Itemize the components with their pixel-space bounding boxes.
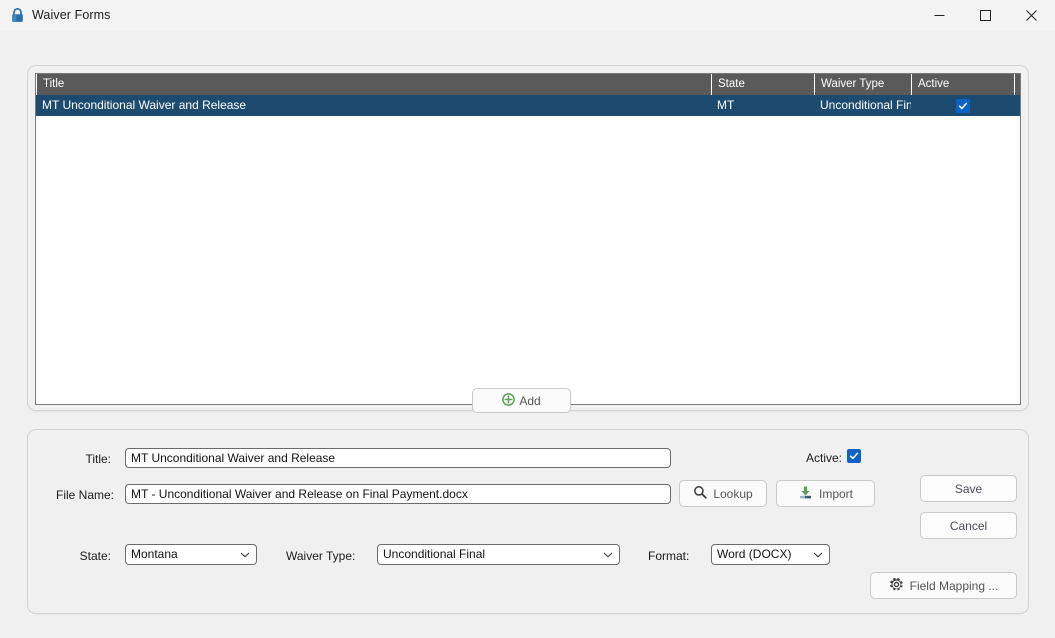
chevron-down-icon (240, 545, 250, 564)
import-download-icon (798, 485, 813, 503)
column-header-active[interactable]: Active (911, 74, 1014, 95)
cell-active (911, 95, 1014, 116)
waiver-detail-panel: Title: MT Unconditional Waiver and Relea… (27, 429, 1029, 614)
format-field-label: Format: (648, 549, 690, 563)
chevron-down-icon (813, 545, 823, 564)
save-button[interactable]: Save (920, 475, 1017, 502)
add-button-label: Add (519, 393, 541, 408)
waiver-list-panel: Title State Waiver Type Active MT Uncond… (27, 65, 1029, 411)
row-active-checkbox[interactable] (955, 98, 970, 113)
format-select[interactable]: Word (DOCX) (711, 544, 830, 565)
cancel-button-label: Cancel (949, 518, 988, 533)
cell-title: MT Unconditional Waiver and Release (42, 98, 247, 112)
lookup-button[interactable]: Lookup (679, 480, 767, 507)
file-name-input[interactable]: MT - Unconditional Waiver and Release on… (125, 484, 671, 504)
cancel-button[interactable]: Cancel (920, 512, 1017, 539)
field-mapping-button-label: Field Mapping ... (909, 578, 999, 593)
state-field-label: State: (79, 549, 111, 563)
waiver-forms-grid[interactable]: Title State Waiver Type Active MT Uncond… (35, 73, 1021, 405)
waiver-forms-window: Waiver Forms Title State Waiver Type Act… (0, 0, 1055, 638)
state-select-value: Montana (131, 547, 178, 561)
format-select-value: Word (DOCX) (717, 547, 792, 561)
search-icon (693, 485, 708, 502)
column-header-title[interactable]: Title (36, 74, 711, 95)
close-button[interactable] (1008, 0, 1054, 31)
waiver-type-select[interactable]: Unconditional Final (377, 544, 620, 565)
save-button-label: Save (954, 481, 983, 496)
circle-plus-icon (502, 392, 516, 409)
grid-header-row: Title State Waiver Type Active (36, 74, 1020, 95)
maximize-button[interactable] (962, 0, 1008, 31)
lock-icon (9, 7, 26, 24)
file-name-field-label: File Name: (56, 488, 115, 502)
client-area: Title State Waiver Type Active MT Uncond… (0, 31, 1055, 638)
window-title: Waiver Forms (32, 8, 111, 22)
field-mapping-button[interactable]: Field Mapping ... (870, 572, 1017, 599)
cell-waiver-type: Unconditional Final (820, 98, 911, 112)
table-row[interactable]: MT Unconditional Waiver and Release MT U… (36, 95, 1020, 116)
add-button[interactable]: Add (472, 388, 571, 413)
import-button-label: Import (818, 486, 853, 501)
state-select[interactable]: Montana (125, 544, 257, 565)
title-bar: Waiver Forms (0, 0, 1055, 32)
active-field-label: Active: (806, 451, 843, 465)
waiver-type-select-value: Unconditional Final (383, 547, 486, 561)
title-input[interactable]: MT Unconditional Waiver and Release (125, 448, 671, 468)
gear-icon (889, 577, 904, 595)
column-header-filler (1014, 74, 1020, 95)
import-button[interactable]: Import (776, 480, 875, 507)
column-header-state[interactable]: State (711, 74, 814, 95)
lookup-button-label: Lookup (713, 486, 753, 501)
waiver-type-field-label: Waiver Type: (286, 549, 356, 563)
column-header-waiver-type[interactable]: Waiver Type (814, 74, 911, 95)
title-field-label: Title: (85, 452, 111, 466)
cell-state: MT (717, 98, 735, 112)
minimize-button[interactable] (916, 0, 962, 31)
chevron-down-icon (603, 545, 613, 564)
active-checkbox[interactable] (847, 449, 861, 463)
